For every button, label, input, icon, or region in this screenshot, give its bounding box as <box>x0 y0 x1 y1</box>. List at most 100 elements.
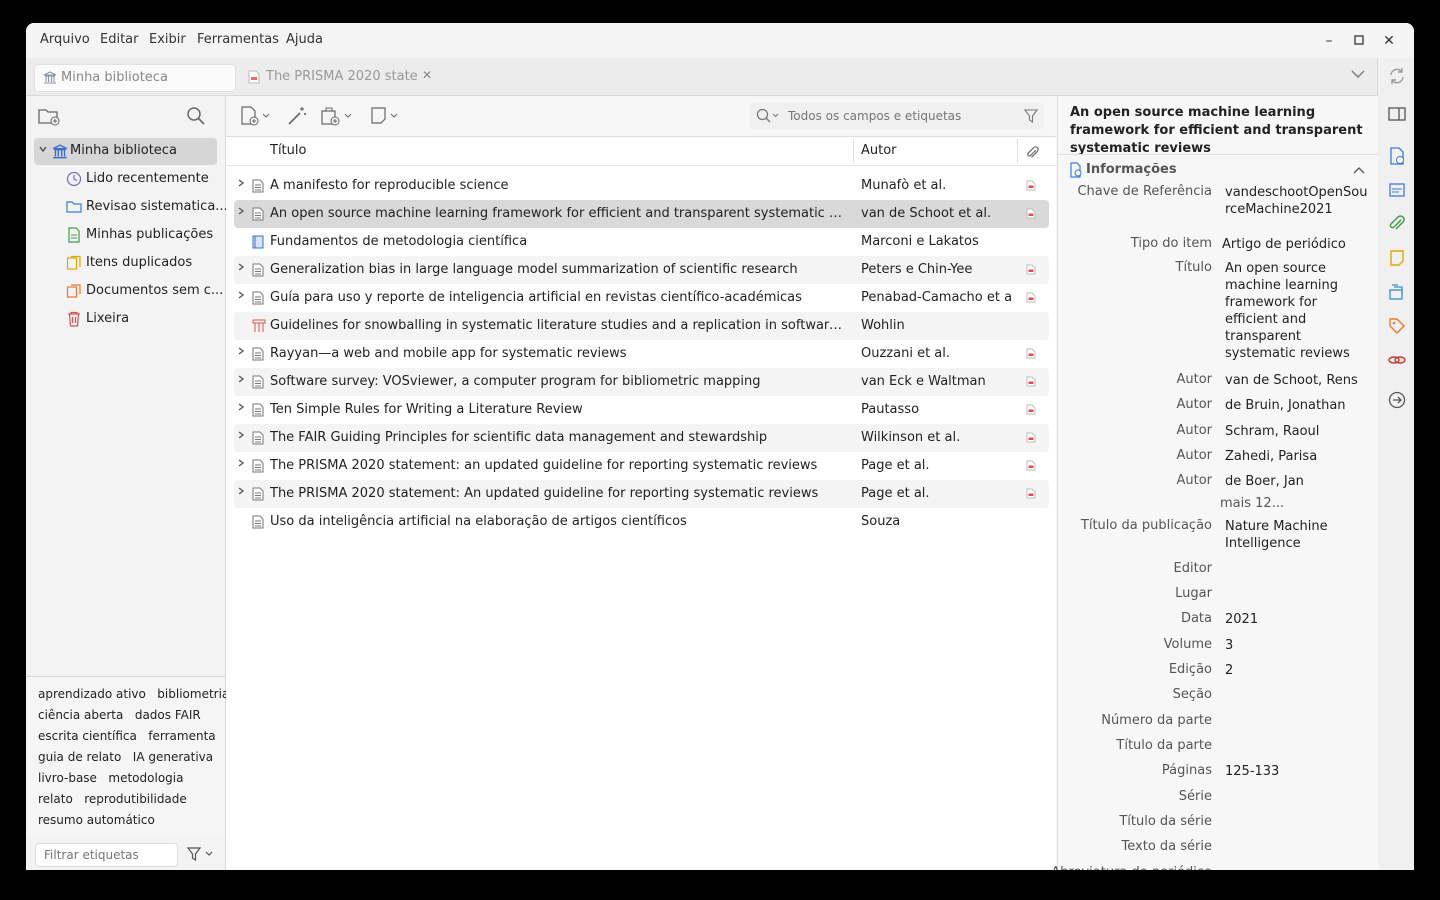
chevron-right-icon[interactable] <box>236 374 248 387</box>
magic-wand-icon[interactable] <box>286 106 308 126</box>
abstract-icon[interactable] <box>1387 180 1407 200</box>
info-section-header[interactable]: Informações <box>1058 154 1378 183</box>
field-value[interactable]: de Boer, Jan <box>1225 473 1370 490</box>
menu-ajuda[interactable]: Ajuda <box>286 32 323 47</box>
tag-filter-field[interactable] <box>35 843 178 867</box>
table-row[interactable]: An open source machine learning framewor… <box>234 200 1049 228</box>
table-row[interactable]: Software survey: VOSviewer, a computer p… <box>234 368 1049 396</box>
chevron-right-icon[interactable] <box>236 290 248 303</box>
pdf-attachment-icon[interactable] <box>1026 264 1036 279</box>
maximize-icon[interactable] <box>1349 31 1369 51</box>
chevron-right-icon[interactable] <box>236 178 248 191</box>
chevron-right-icon[interactable] <box>236 430 248 443</box>
notes-icon[interactable] <box>1387 248 1407 268</box>
close-icon[interactable]: ✕ <box>1379 31 1399 51</box>
tab-close-icon[interactable]: ✕ <box>422 68 432 82</box>
attachments-icon[interactable] <box>1387 214 1407 234</box>
table-row[interactable]: The FAIR Guiding Principles for scientif… <box>234 424 1049 452</box>
table-row[interactable]: Uso da inteligência artificial na elabor… <box>234 508 1049 536</box>
minimize-icon[interactable]: – <box>1319 31 1339 51</box>
tabs-dropdown-icon[interactable] <box>1350 68 1366 83</box>
column-author[interactable]: Autor <box>861 143 897 158</box>
field-value[interactable]: van de Schoot, Rens <box>1225 372 1370 389</box>
chevron-right-icon[interactable] <box>236 458 248 471</box>
collection-unfiled[interactable]: Documentos sem c... <box>26 278 225 304</box>
more-creators-link[interactable]: mais 12... <box>1220 496 1284 511</box>
tab-library[interactable]: Minha biblioteca <box>34 64 236 92</box>
search-icon[interactable] <box>756 108 782 124</box>
pdf-attachment-icon[interactable] <box>1026 488 1036 503</box>
pdf-attachment-icon[interactable] <box>1026 404 1036 419</box>
chevron-up-icon[interactable] <box>1352 165 1366 175</box>
search-icon[interactable] <box>186 106 206 126</box>
tag-chip[interactable]: livro-base <box>38 771 97 785</box>
field-value[interactable]: vandeschootOpenSourceMachine2021 <box>1225 184 1370 218</box>
table-row[interactable]: Generalization bias in large language mo… <box>234 256 1049 284</box>
chevron-right-icon[interactable] <box>236 486 248 499</box>
menu-arquivo[interactable]: Arquivo <box>40 32 90 47</box>
tag-filter-input[interactable] <box>42 847 176 863</box>
chevron-down-icon[interactable] <box>38 144 48 157</box>
field-value[interactable]: 2 <box>1225 662 1370 679</box>
search-input[interactable] <box>786 108 1020 124</box>
sync-icon[interactable] <box>1387 66 1407 86</box>
tag-chip[interactable]: IA generativa <box>133 750 213 764</box>
collection-recent[interactable]: Lido recentemente <box>26 166 225 192</box>
search-field[interactable] <box>750 103 1044 129</box>
new-collection-icon[interactable] <box>38 106 60 126</box>
field-value[interactable]: Artigo de periódico <box>1222 236 1367 253</box>
field-value[interactable]: Schram, Raoul <box>1225 423 1370 440</box>
attachment-column-icon[interactable] <box>1025 144 1041 160</box>
table-row[interactable]: The PRISMA 2020 statement: an updated gu… <box>234 452 1049 480</box>
field-value[interactable]: de Bruin, Jonathan <box>1225 397 1370 414</box>
pdf-attachment-icon[interactable] <box>1026 292 1036 307</box>
toggle-pane-icon[interactable] <box>1387 104 1407 124</box>
tags-icon[interactable] <box>1387 316 1407 336</box>
locate-icon[interactable] <box>1387 390 1407 410</box>
filter-icon[interactable] <box>1024 109 1038 123</box>
tag-chip[interactable]: aprendizado ativo <box>38 687 146 701</box>
chevron-right-icon[interactable] <box>236 206 248 219</box>
tag-chip[interactable]: reprodutibilidade <box>84 792 187 806</box>
new-note-icon[interactable] <box>370 106 404 126</box>
related-icon[interactable] <box>1387 350 1407 370</box>
field-value[interactable]: An open source machine learning framewor… <box>1225 260 1370 362</box>
tag-filter-menu-icon[interactable] <box>186 846 216 862</box>
menu-exibir[interactable]: Exibir <box>149 32 186 47</box>
new-item-icon[interactable] <box>240 106 272 126</box>
chevron-right-icon[interactable] <box>236 262 248 275</box>
column-title[interactable]: Título <box>270 143 306 158</box>
tab-document[interactable]: The PRISMA 2020 statement: an updated gu… <box>244 64 444 90</box>
field-value[interactable]: 2021 <box>1225 611 1370 628</box>
table-row[interactable]: Guía para uso y reporte de inteligencia … <box>234 284 1049 312</box>
collection-my-publications[interactable]: Minhas publicações <box>26 222 225 248</box>
pdf-attachment-icon[interactable] <box>1026 460 1036 475</box>
tag-chip[interactable]: ferramenta <box>148 729 215 743</box>
field-value[interactable]: Nature Machine Intelligence <box>1225 518 1370 552</box>
field-value[interactable]: Zahedi, Parisa <box>1225 448 1370 465</box>
add-attachment-icon[interactable] <box>320 106 356 126</box>
tag-chip[interactable]: bibliometria <box>157 687 229 701</box>
table-row[interactable]: Rayyan—a web and mobile app for systemat… <box>234 340 1049 368</box>
collection-my-library[interactable]: Minha biblioteca <box>26 138 225 165</box>
pdf-attachment-icon[interactable] <box>1026 376 1036 391</box>
table-row[interactable]: Ten Simple Rules for Writing a Literatur… <box>234 396 1049 424</box>
field-value[interactable]: 125-133 <box>1225 763 1370 780</box>
table-row[interactable]: Fundamentos de metodologia científica Mar… <box>234 228 1049 256</box>
field-value[interactable]: 3 <box>1225 637 1370 654</box>
libraries-collections-icon[interactable] <box>1387 282 1407 302</box>
tag-chip[interactable]: ciência aberta <box>38 708 123 722</box>
tag-chip[interactable]: relato <box>38 792 73 806</box>
tag-chip[interactable]: resumo automático <box>38 813 155 827</box>
pdf-attachment-icon[interactable] <box>1026 208 1036 223</box>
collection-trash[interactable]: Lixeira <box>26 306 225 332</box>
pdf-attachment-icon[interactable] <box>1026 432 1036 447</box>
pdf-attachment-icon[interactable] <box>1026 180 1036 195</box>
menu-ferramentas[interactable]: Ferramentas <box>197 32 279 47</box>
collection-duplicates[interactable]: Itens duplicados <box>26 250 225 276</box>
chevron-right-icon[interactable] <box>236 346 248 359</box>
tag-chip[interactable]: guia de relato <box>38 750 121 764</box>
collection-revisao[interactable]: Revisao sistematica... <box>26 194 228 220</box>
tag-chip[interactable]: metodologia <box>108 771 183 785</box>
menu-editar[interactable]: Editar <box>100 32 139 47</box>
